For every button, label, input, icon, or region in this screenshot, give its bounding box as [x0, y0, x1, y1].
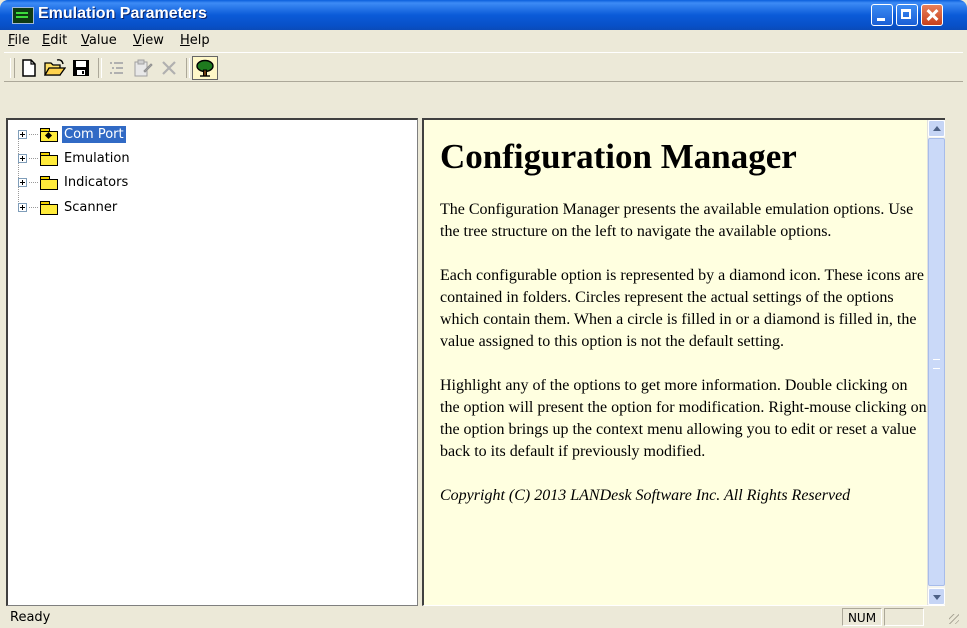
tree-node-label: Emulation: [64, 150, 130, 166]
window-title: Emulation Parameters: [38, 5, 207, 22]
help-pane: Configuration Manager The Configuration …: [422, 118, 945, 606]
tree-icon[interactable]: [192, 56, 218, 80]
menu-bar: File Edit Value View Help: [4, 30, 963, 52]
tree-node-emulation[interactable]: Emulation: [18, 148, 132, 168]
main-window: Emulation Parameters File Edit Value Vie…: [0, 0, 967, 628]
expand-icon[interactable]: [18, 129, 27, 139]
menu-view[interactable]: View: [133, 33, 164, 48]
toolbar-separator: [98, 58, 102, 78]
tree-node-label: Com Port: [62, 125, 126, 143]
scrollbar-thumb[interactable]: [928, 138, 945, 586]
toolbar-grip[interactable]: [10, 58, 15, 78]
folder-icon: [40, 200, 58, 215]
menu-help[interactable]: Help: [180, 33, 210, 48]
title-bar[interactable]: Emulation Parameters: [0, 0, 967, 30]
folder-icon: [40, 175, 58, 190]
tree-dotted-line: [29, 133, 38, 135]
expand-icon[interactable]: [18, 202, 27, 212]
folder-icon: [40, 151, 58, 166]
vertical-scrollbar[interactable]: [927, 120, 945, 605]
doc-heading: Configuration Manager: [440, 137, 797, 176]
doc-paragraph: Highlight any of the options to get more…: [440, 376, 927, 460]
menu-file[interactable]: File: [8, 33, 30, 48]
tree-node-indicators[interactable]: Indicators: [18, 172, 130, 192]
doc-paragraph: The Configuration Manager presents the a…: [440, 200, 914, 240]
expand-icon[interactable]: [18, 153, 27, 163]
menu-edit[interactable]: Edit: [42, 33, 67, 48]
minimize-button[interactable]: [871, 4, 893, 26]
delete-icon[interactable]: [158, 57, 180, 79]
menu-value[interactable]: Value: [81, 33, 117, 48]
properties-icon[interactable]: [132, 57, 154, 79]
terminal-icon: [12, 7, 34, 24]
tree-pane[interactable]: Com Port Emulation Indicators Scanner: [6, 118, 418, 606]
help-document: Configuration Manager The Configuration …: [440, 120, 930, 529]
toolbar: [4, 52, 963, 82]
folder-icon: [40, 127, 58, 142]
tree-node-scanner[interactable]: Scanner: [18, 197, 119, 217]
close-button[interactable]: [921, 4, 943, 26]
toolbar-separator: [186, 58, 190, 78]
tree-node-com-port[interactable]: Com Port: [18, 124, 126, 144]
new-document-icon[interactable]: [18, 57, 40, 79]
list-icon[interactable]: [106, 57, 128, 79]
scroll-up-icon[interactable]: [928, 120, 945, 137]
save-icon[interactable]: [70, 57, 92, 79]
tree-dotted-line: [29, 181, 38, 183]
scroll-down-icon[interactable]: [928, 588, 945, 605]
num-lock-indicator: NUM: [842, 608, 882, 626]
doc-paragraph: Each configurable option is represented …: [440, 266, 924, 350]
tree-node-label: Scanner: [64, 199, 118, 215]
status-bar: Ready NUM: [4, 606, 963, 628]
maximize-button[interactable]: [896, 4, 918, 26]
resize-grip-icon[interactable]: [949, 614, 959, 624]
copyright-text: Copyright (C) 2013 LANDesk Software Inc.…: [440, 486, 851, 504]
open-folder-icon[interactable]: [44, 57, 66, 79]
tree-dotted-line: [29, 206, 38, 208]
tree-node-label: Indicators: [64, 174, 129, 190]
tree-dotted-line: [29, 157, 38, 159]
status-text: Ready: [10, 610, 51, 625]
status-panel: [884, 608, 924, 626]
expand-icon[interactable]: [18, 177, 27, 187]
